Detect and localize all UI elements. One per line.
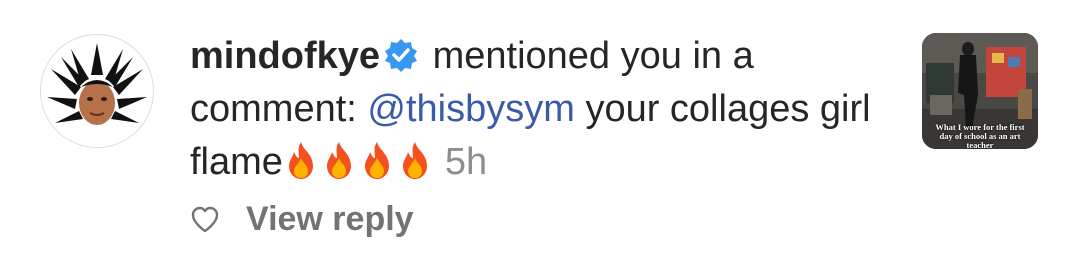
view-reply-button[interactable]: View reply bbox=[246, 200, 414, 239]
fire-emoji-icon bbox=[364, 142, 389, 179]
fire-emoji-icon bbox=[402, 142, 427, 179]
heart-icon[interactable] bbox=[190, 205, 220, 235]
post-thumbnail[interactable]: What I wore for the first day of school … bbox=[922, 33, 1038, 149]
thumbnail-caption: What I wore for the first day of school … bbox=[935, 122, 1025, 150]
mention-link[interactable]: @thisbysym bbox=[367, 88, 575, 130]
avatar[interactable] bbox=[40, 34, 154, 148]
timestamp: 5h bbox=[444, 141, 488, 183]
username[interactable]: mindofkye bbox=[190, 35, 380, 77]
fire-emoji-icon bbox=[326, 142, 351, 179]
avatar-image bbox=[41, 35, 153, 147]
fire-emoji-group bbox=[283, 141, 435, 183]
notification-text: mindofkye mentioned you in a comment: @t… bbox=[190, 30, 890, 189]
reply-row: View reply bbox=[190, 200, 414, 239]
verified-badge-icon bbox=[385, 39, 418, 72]
fire-emoji-icon bbox=[288, 142, 313, 179]
